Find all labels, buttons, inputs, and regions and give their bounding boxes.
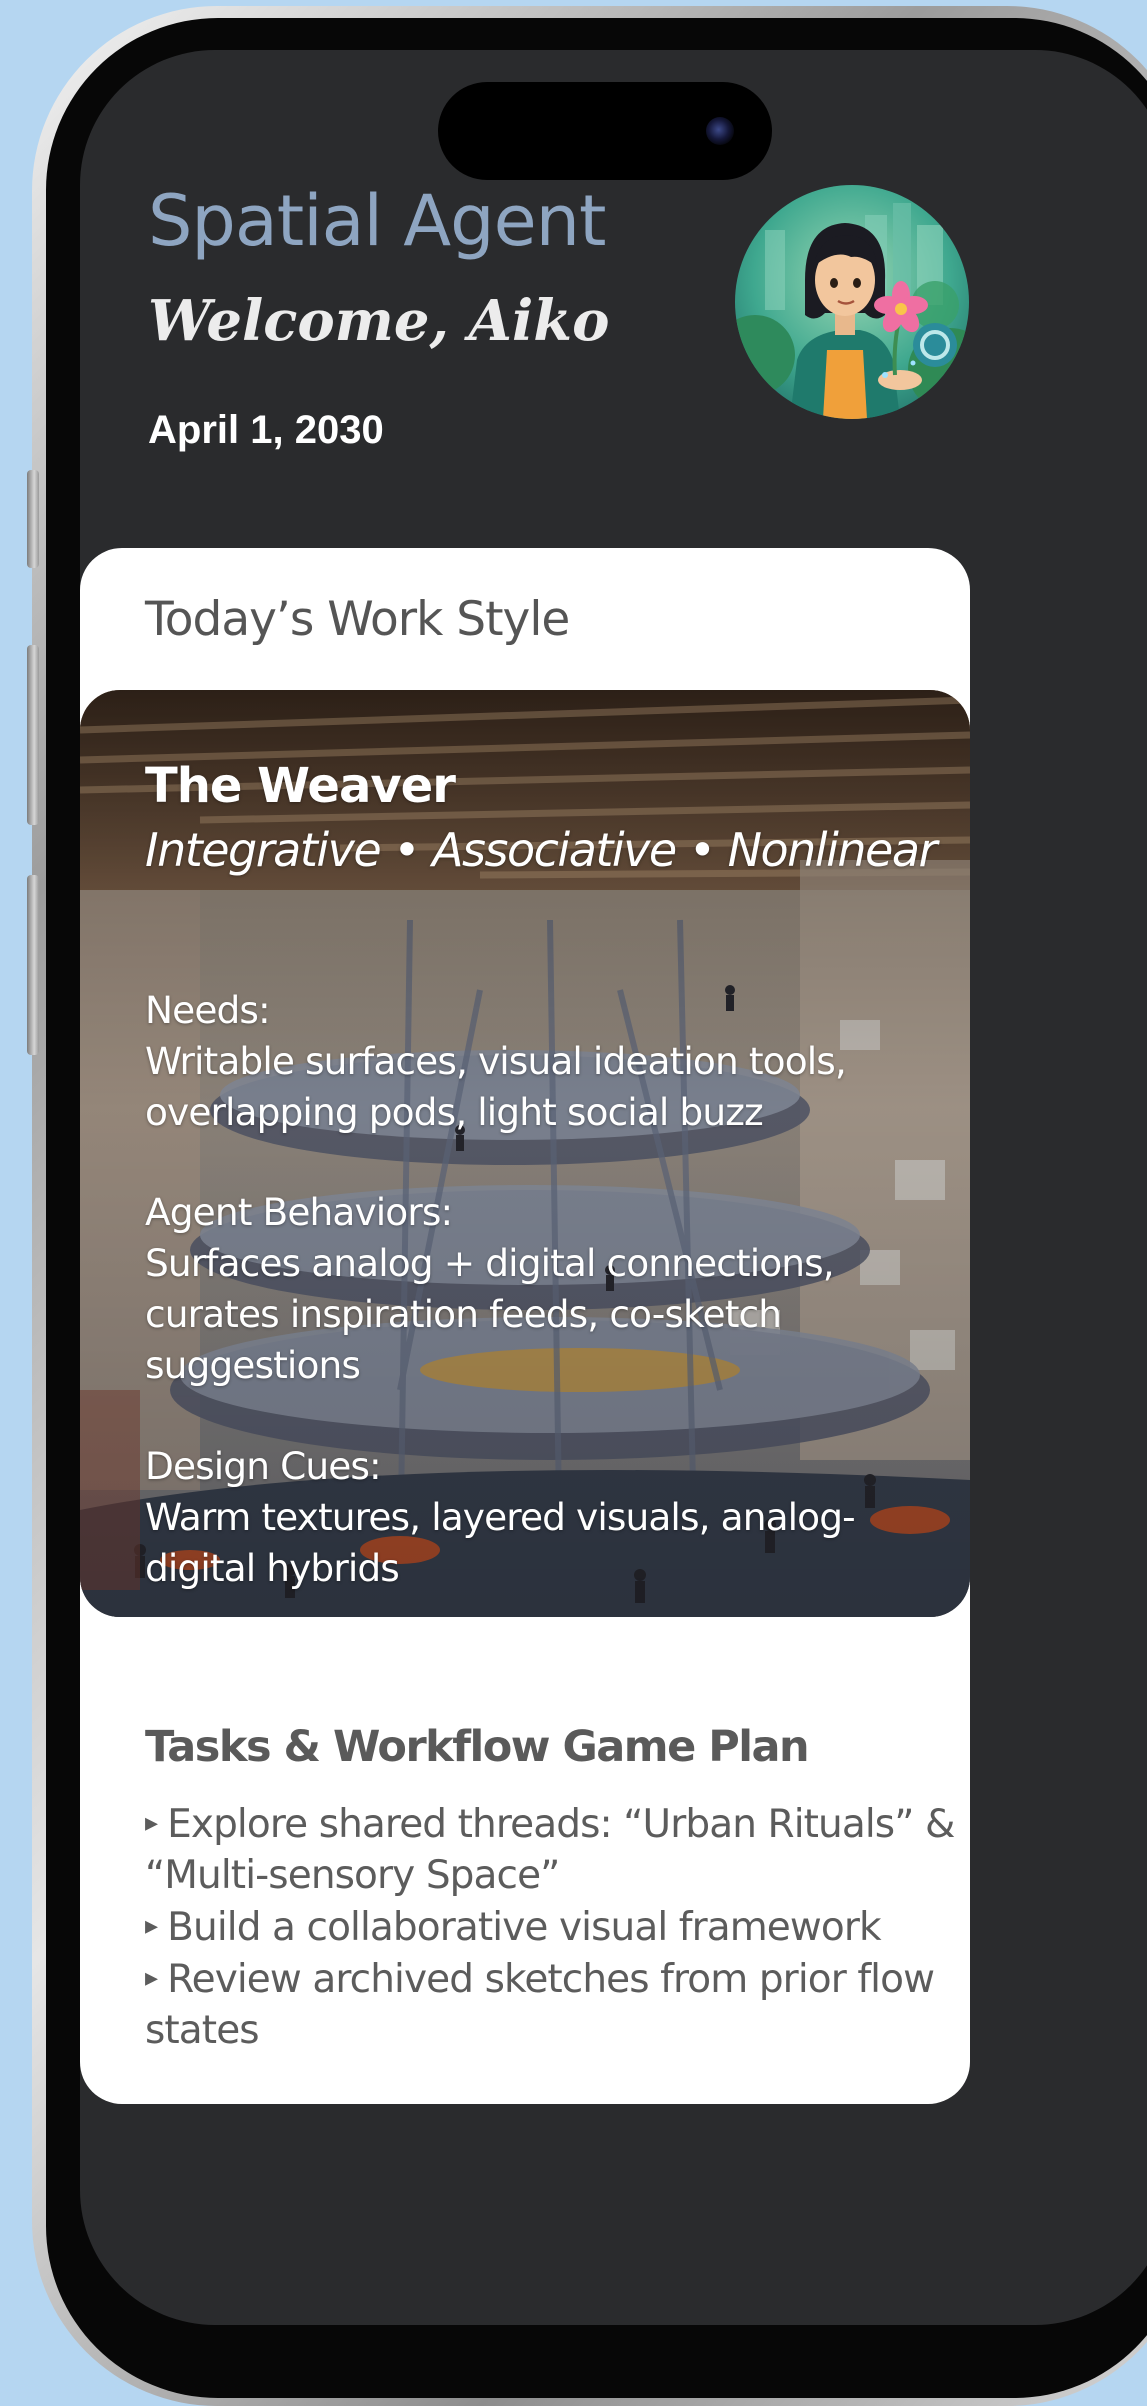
front-camera-icon [706,117,734,145]
work-style-panel[interactable]: The Weaver Integrative • Associative • N… [80,690,970,1617]
action-button [27,470,39,568]
dynamic-island [438,82,772,180]
avatar[interactable] [735,185,969,419]
app-title: Spatial Agent [148,180,606,262]
volume-up-button [27,645,39,825]
work-style-traits: Integrative • Associative • Nonlinear [145,823,937,877]
needs-text: Writable surfaces, visual ideation tools… [145,1039,847,1134]
tasks-heading: Tasks & Workflow Game Plan [145,1722,810,1772]
task-item[interactable]: ▸ Build a collaborative visual framework [145,1901,955,1953]
task-list: ▸ Explore shared threads: “Urban Rituals”… [145,1798,955,2056]
work-style-name: The Weaver [145,758,456,814]
current-date: April 1, 2030 [148,408,384,452]
task-item[interactable]: ▸ Explore shared threads: “Urban Rituals”… [145,1798,955,1901]
work-style-heading: Today’s Work Style [145,592,570,647]
task-item[interactable]: ▸ Review archived sketches from prior flo… [145,1953,955,2056]
user-avatar-illustration [735,185,969,419]
welcome-message: Welcome, Aiko [148,288,610,354]
design-cues-text: Warm textures, layered visuals, analog- … [145,1495,856,1590]
agent-behaviors-label: Agent Behaviors: [145,1190,453,1234]
needs-label: Needs: [145,988,271,1032]
design-cues-label: Design Cues: [145,1444,382,1488]
triangle-bullet-icon: ▸ [145,1808,158,1838]
triangle-bullet-icon: ▸ [145,1911,158,1941]
volume-down-button [27,875,39,1055]
triangle-bullet-icon: ▸ [145,1963,158,1993]
agent-behaviors-text: Surfaces analog + digital connections, c… [145,1241,835,1387]
